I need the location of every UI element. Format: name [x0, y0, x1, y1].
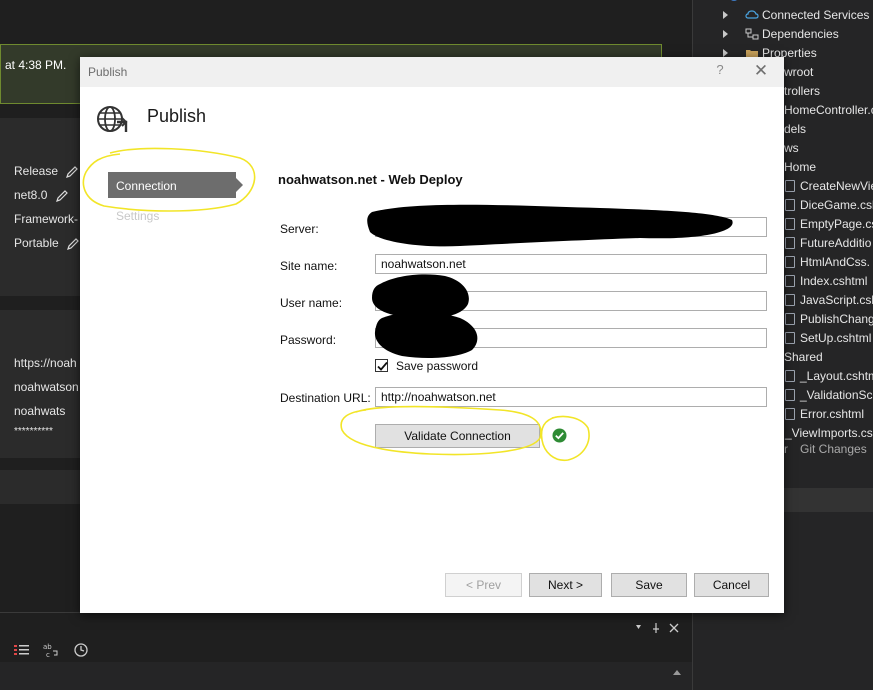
dialog-heading: Publish: [147, 106, 207, 126]
publish-globe-icon: [97, 106, 128, 132]
tab-solution-explorer[interactable]: r: [784, 442, 788, 456]
file-icon: [785, 180, 795, 192]
tree-item-file[interactable]: FutureAdditio: [785, 236, 871, 250]
tree-item-shared-folder[interactable]: Shared: [784, 350, 823, 364]
tree-item-home-folder[interactable]: Home: [784, 160, 816, 174]
file-icon: [785, 332, 795, 344]
tree-item-connected-services[interactable]: Connected Services: [745, 8, 869, 22]
file-icon: [785, 275, 795, 287]
svg-text:c: c: [46, 651, 50, 658]
framework-value[interactable]: net8.0: [14, 188, 69, 203]
destination-url-label: Destination URL:: [280, 391, 371, 405]
dependencies-icon: [745, 28, 759, 40]
tree-item-file[interactable]: SetUp.cshtml: [785, 331, 871, 345]
tab-git-changes[interactable]: Git Changes: [800, 442, 867, 456]
site-name-label: Site name:: [280, 259, 338, 273]
success-check-icon: [552, 428, 567, 443]
publish-profile-panel: Release net8.0 Framework- Portable: [0, 118, 80, 296]
next-button[interactable]: Next >: [529, 573, 602, 597]
history-clock-icon[interactable]: [74, 643, 88, 657]
tree-item-controllers[interactable]: trollers: [784, 84, 820, 98]
tree-item-file[interactable]: DiceGame.csh: [785, 198, 873, 212]
tree-item-wwwroot[interactable]: wroot: [784, 65, 813, 79]
hosting-panel: https://noah noahwatson noahwats *******…: [0, 310, 80, 458]
edit-pencil-icon[interactable]: [65, 165, 79, 179]
nav-connection[interactable]: Connection: [108, 172, 236, 198]
password-field[interactable]: [375, 328, 767, 348]
dialog-title: Publish: [88, 65, 128, 79]
tree-item-file[interactable]: _ValidationScr: [785, 388, 873, 402]
ide-output-area: [0, 662, 692, 690]
scroll-up-icon[interactable]: [672, 668, 682, 676]
tree-item-file[interactable]: Index.cshtml: [785, 274, 867, 288]
file-icon: [785, 256, 795, 268]
prev-button[interactable]: < Prev: [445, 573, 522, 597]
file-icon: [785, 313, 795, 325]
file-icon: [785, 237, 795, 249]
file-icon: [785, 370, 795, 382]
edit-pencil-icon[interactable]: [55, 189, 69, 203]
target-runtime-value[interactable]: Portable: [14, 236, 80, 251]
project-icon: [731, 0, 737, 1]
save-button[interactable]: Save: [611, 573, 687, 597]
help-button[interactable]: ?: [712, 62, 728, 80]
file-icon: [785, 218, 795, 230]
nav-settings[interactable]: Settings: [116, 209, 159, 223]
save-password-label[interactable]: Save password: [396, 359, 478, 373]
server-field[interactable]: [375, 217, 767, 237]
dialog-titlebar: Publish ? ✕: [80, 57, 784, 87]
ide-top-area: [0, 0, 692, 44]
tree-item-file[interactable]: _Layout.cshtm: [785, 369, 873, 383]
tree-item-file[interactable]: HtmlAndCss.: [785, 255, 870, 269]
notification-text: at 4:38 PM.: [5, 58, 67, 72]
tree-item-file[interactable]: EmptyPage.cs: [785, 217, 873, 231]
tree-item-file[interactable]: PublishChang: [785, 312, 873, 326]
deployment-mode-value: Framework-: [14, 212, 79, 226]
tree-item-file[interactable]: CreateNewVie: [785, 179, 873, 193]
tree-item-file[interactable]: JavaScript.csh: [785, 293, 873, 307]
publish-dialog: Publish ? ✕ Publish Connection Settings …: [80, 57, 784, 613]
tree-item-dependencies[interactable]: Dependencies: [745, 27, 839, 41]
hosting-user: noahwats: [14, 404, 66, 418]
tree-item-file[interactable]: _ViewImports.csh: [785, 426, 873, 440]
cancel-button[interactable]: Cancel: [694, 573, 769, 597]
tree-item-file[interactable]: Error.cshtml: [785, 407, 864, 421]
nav-selected-arrow: [236, 178, 243, 192]
edit-pencil-icon[interactable]: [66, 237, 80, 251]
tree-item-models[interactable]: dels: [784, 122, 806, 136]
destination-url-field[interactable]: [375, 387, 767, 407]
hosting-password: **********: [14, 426, 53, 437]
tree-item-homecontroller[interactable]: HomeController.c: [784, 103, 873, 117]
expand-arrow-icon[interactable]: [723, 11, 728, 19]
user-name-field[interactable]: [375, 291, 767, 311]
svg-text:ab: ab: [43, 643, 52, 651]
save-password-checkbox[interactable]: [375, 359, 388, 372]
ide-panel-strip: [0, 470, 80, 504]
tree-item-views[interactable]: ws: [784, 141, 799, 155]
file-icon: [785, 294, 795, 306]
expand-arrow-icon[interactable]: [723, 30, 728, 38]
checkmark-icon: [377, 361, 388, 371]
site-name-field[interactable]: [375, 254, 767, 274]
file-icon: [785, 408, 795, 420]
password-label: Password:: [280, 333, 337, 347]
expand-arrow-icon[interactable]: [723, 49, 728, 57]
user-name-label: User name:: [280, 296, 343, 310]
hosting-site: noahwatson: [14, 380, 79, 394]
configuration-value[interactable]: Release: [14, 164, 79, 179]
file-icon: [785, 199, 795, 211]
close-button[interactable]: ✕: [752, 61, 770, 81]
section-title: noahwatson.net - Web Deploy: [278, 172, 463, 187]
hosting-url: https://noah: [14, 356, 77, 370]
word-wrap-icon[interactable]: ab c: [43, 642, 59, 658]
error-list-icon[interactable]: [14, 643, 30, 657]
file-icon: [785, 389, 795, 401]
connected-services-icon: [745, 10, 759, 19]
server-label: Server:: [280, 222, 319, 236]
validate-connection-button[interactable]: Validate Connection: [375, 424, 540, 448]
panel-window-controls[interactable]: [634, 622, 686, 634]
